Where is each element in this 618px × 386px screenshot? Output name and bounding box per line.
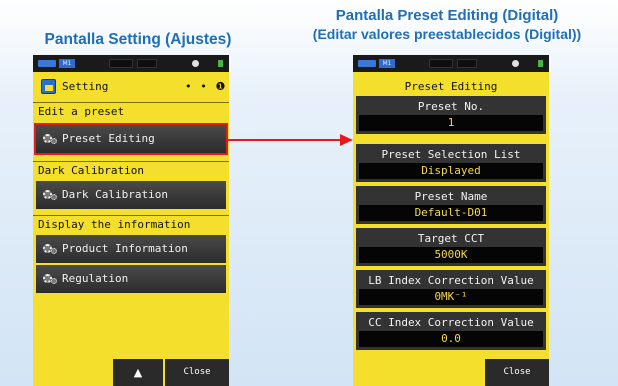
battery-icon (358, 60, 376, 67)
close-button[interactable]: Close (165, 359, 229, 386)
page-title: Setting (62, 80, 109, 93)
dark-calibration-button[interactable]: Dark Calibration (36, 181, 226, 209)
status-bar: M1 (33, 55, 229, 72)
field-label: Target CCT (417, 232, 485, 245)
target-cct-field[interactable]: Target CCT 5000K (356, 228, 546, 266)
status-segment (457, 59, 477, 68)
field-label: CC Index Correction Value (368, 316, 534, 329)
field-value: 1 (359, 115, 543, 131)
field-value: 0.0 (359, 331, 543, 347)
gear-icon (51, 278, 57, 284)
field-label: LB Index Correction Value (368, 274, 534, 287)
gear-icon (51, 248, 57, 254)
section-label-edit-preset: Edit a preset (33, 102, 229, 120)
preset-editing-screen: M1 Preset Editing Preset No. 1 Preset Se… (353, 55, 549, 386)
preset-no-field[interactable]: Preset No. 1 (356, 96, 546, 134)
field-label: Preset Selection List (381, 148, 521, 161)
preset-editing-button[interactable]: Preset Editing (36, 125, 226, 153)
caption-preset-editing-subtitle: (Editar valores preestablecidos (Digital… (312, 26, 582, 42)
bottom-bar: ▲ Close (33, 359, 229, 386)
field-value: 5000K (359, 247, 543, 263)
section-label-dark-calibration: Dark Calibration (33, 161, 229, 179)
caption-setting-screen: Pantalla Setting (Ajustes) (44, 31, 232, 48)
button-label: Product Information (62, 242, 188, 255)
transition-arrow (226, 139, 343, 141)
section-label-display-info: Display the information (33, 215, 229, 233)
preset-selection-list-field[interactable]: Preset Selection List Displayed (356, 144, 546, 182)
battery-icon (38, 60, 56, 67)
gear-icon (51, 194, 57, 200)
record-dot-icon (192, 60, 199, 67)
record-dot-icon (512, 60, 519, 67)
cc-index-correction-field[interactable]: CC Index Correction Value 0.0 (356, 312, 546, 350)
memory-tag: M1 (379, 59, 395, 68)
scroll-up-button[interactable]: ▲ (113, 359, 163, 386)
field-value: 0MK⁻¹ (359, 289, 543, 305)
button-label: Regulation (62, 272, 129, 285)
bottom-bar: Close (353, 359, 549, 386)
title-bar: Setting • • ❶ (33, 76, 229, 97)
title-bar: Preset Editing (353, 76, 549, 97)
page-title: Preset Editing (404, 80, 498, 93)
button-label: Dark Calibration (62, 188, 168, 201)
field-label: Preset Name (414, 190, 488, 203)
button-label: Preset Editing (62, 132, 155, 145)
lb-index-correction-field[interactable]: LB Index Correction Value 0MK⁻¹ (356, 270, 546, 308)
field-label: Preset No. (417, 100, 485, 113)
caption-preset-editing-screen: Pantalla Preset Editing (Digital) (335, 7, 559, 24)
signal-icon (538, 60, 543, 67)
setting-screen: M1 Setting • • ❶ Edit a preset Preset Ed… (33, 55, 229, 386)
close-button[interactable]: Close (485, 359, 549, 386)
settings-app-icon (41, 79, 56, 94)
field-value: Displayed (359, 163, 543, 179)
page-indicator: • • ❶ (185, 80, 227, 93)
regulation-button[interactable]: Regulation (36, 265, 226, 293)
status-segment (429, 59, 453, 68)
preset-name-field[interactable]: Preset Name Default-D01 (356, 186, 546, 224)
status-segment (109, 59, 133, 68)
status-bar: M1 (353, 55, 549, 72)
signal-icon (218, 60, 223, 67)
arrow-head-icon (340, 134, 353, 146)
gear-icon (51, 138, 57, 144)
status-segment (137, 59, 157, 68)
product-information-button[interactable]: Product Information (36, 235, 226, 263)
field-value: Default-D01 (359, 205, 543, 221)
memory-tag: M1 (59, 59, 75, 68)
